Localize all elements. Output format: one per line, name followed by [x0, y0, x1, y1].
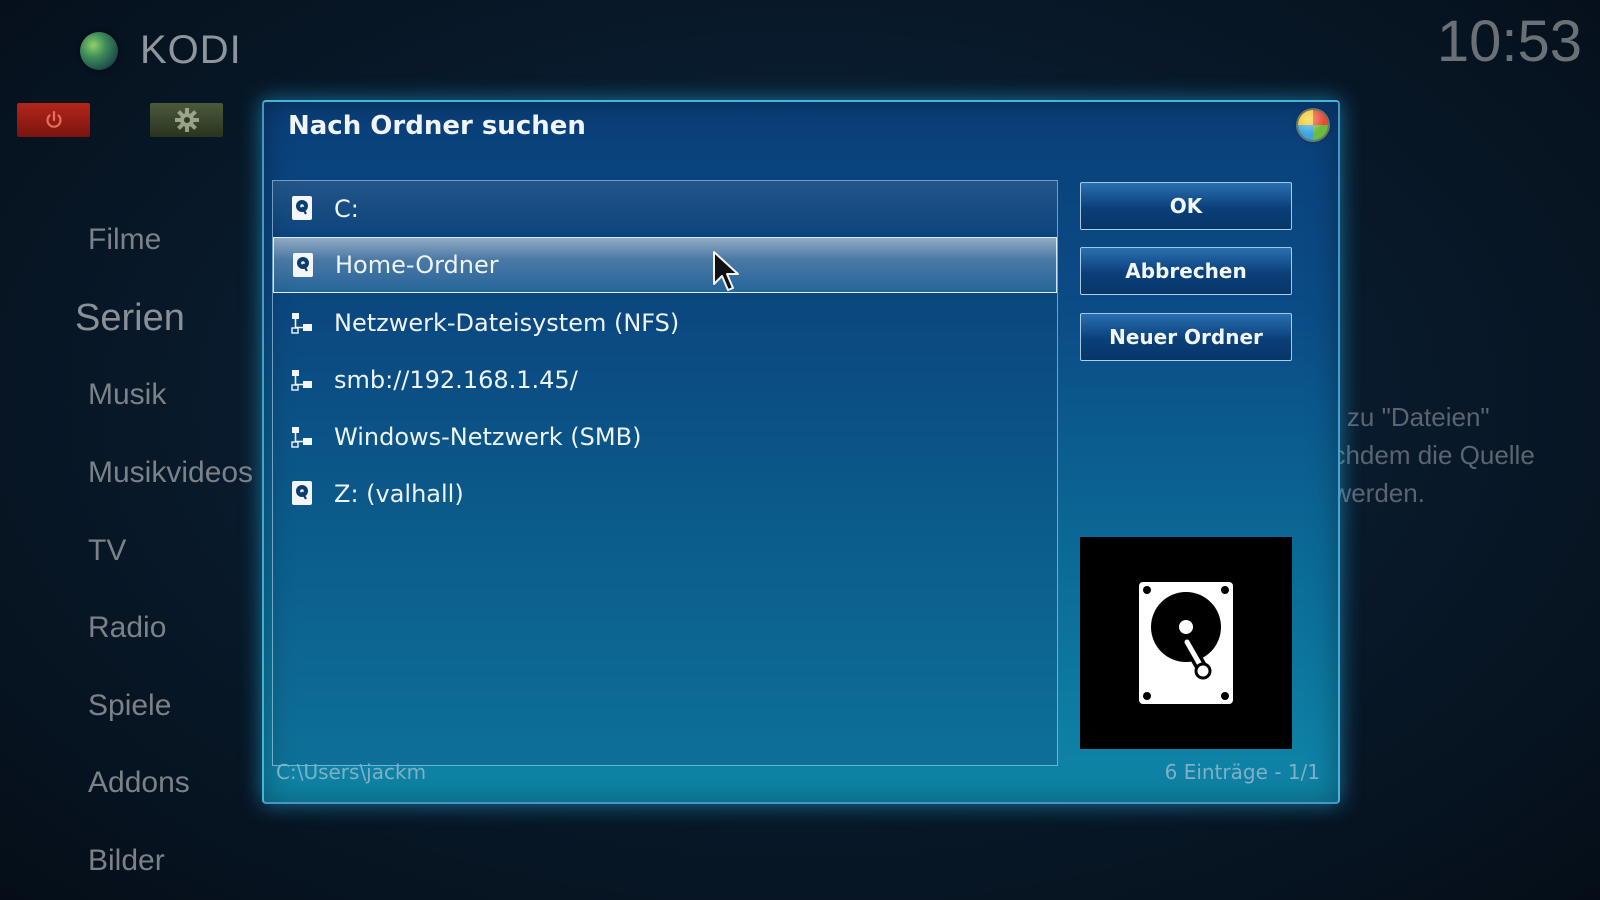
background-hint-line: achdem die Quelle — [1318, 440, 1535, 470]
menu-item-musikvideos[interactable]: Musikvideos — [88, 456, 253, 490]
harddisk-icon — [292, 196, 312, 220]
kodi-logo: KODI — [80, 28, 242, 73]
list-item[interactable]: C: — [273, 181, 1057, 238]
dialog-title: Nach Ordner suchen — [288, 111, 586, 141]
browse-folder-dialog: Nach Ordner suchen C: Home-Ordner Netzwe… — [262, 100, 1340, 804]
cancel-button[interactable]: Abbrechen — [1080, 247, 1292, 295]
menu-item-spiele[interactable]: Spiele — [88, 689, 171, 723]
list-item-label: C: — [334, 195, 359, 223]
power-icon — [45, 110, 62, 128]
menu-item-addons[interactable]: Addons — [88, 766, 190, 800]
list-item-label: smb://192.168.1.45/ — [334, 366, 578, 394]
list-item[interactable]: smb://192.168.1.45/ — [273, 352, 1057, 408]
current-path: C:\Users\jackm — [276, 760, 427, 784]
menu-item-musik[interactable]: Musik — [88, 378, 166, 412]
harddisk-icon — [293, 253, 313, 277]
network-icon — [291, 427, 312, 448]
folder-list: C: Home-Ordner Netzwerk-Dateisystem (NFS… — [272, 180, 1058, 766]
menu-item-tv[interactable]: TV — [88, 534, 126, 568]
list-item[interactable]: Windows-Netzwerk (SMB) — [273, 409, 1057, 465]
menu-item-serien[interactable]: Serien — [75, 297, 185, 340]
power-button[interactable] — [17, 103, 90, 137]
network-icon — [291, 313, 312, 334]
network-icon — [291, 370, 312, 391]
harddisk-icon — [292, 481, 312, 505]
list-item[interactable]: Netzwerk-Dateisystem (NFS) — [273, 295, 1057, 351]
list-item-selected[interactable]: Home-Ordner — [273, 237, 1057, 293]
list-item-label: Netzwerk-Dateisystem (NFS) — [334, 309, 680, 337]
new-folder-button[interactable]: Neuer Ordner — [1080, 313, 1292, 361]
list-item[interactable]: Z: (valhall) — [273, 466, 1057, 522]
preview-thumbnail — [1080, 537, 1292, 749]
background-hint-line: t werden. — [1318, 478, 1425, 508]
kodi-orb-icon — [1298, 110, 1328, 140]
list-item-label: Home-Ordner — [335, 251, 499, 279]
item-count: 6 Einträge - 1/1 — [1164, 760, 1320, 784]
mouse-cursor-icon — [713, 251, 739, 291]
menu-item-bilder[interactable]: Bilder — [88, 844, 165, 878]
background-hint-line: n, zu "Dateien" — [1318, 402, 1490, 432]
ok-button[interactable]: OK — [1080, 182, 1292, 230]
clock: 10:53 — [1436, 9, 1582, 74]
menu-item-radio[interactable]: Radio — [88, 611, 166, 645]
menu-item-filme[interactable]: Filme — [88, 223, 161, 257]
list-item-label: Z: (valhall) — [334, 480, 464, 508]
gear-icon — [174, 108, 199, 132]
kodi-orb-icon — [80, 31, 118, 70]
app-title: KODI — [140, 28, 242, 72]
background-hint-text: n, zu "Dateien" achdem die Quelle t werd… — [1318, 398, 1535, 512]
settings-button[interactable] — [150, 103, 223, 137]
list-item-label: Windows-Netzwerk (SMB) — [334, 423, 642, 451]
harddisk-icon — [1139, 582, 1233, 704]
